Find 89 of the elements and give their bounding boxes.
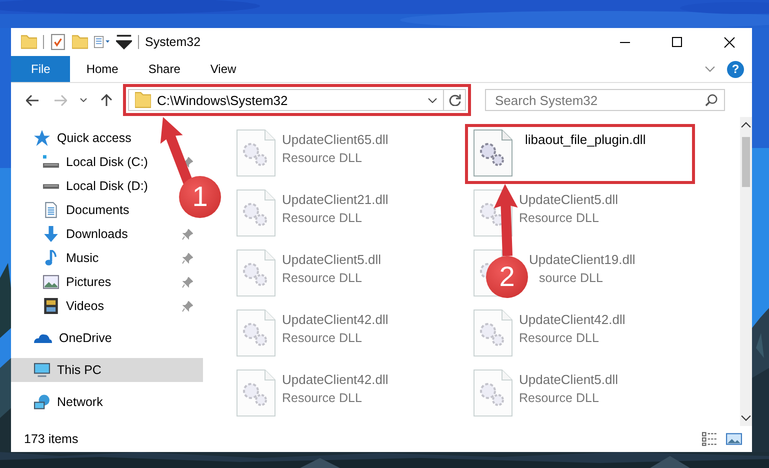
up-arrow-icon <box>100 94 112 106</box>
file-type: Resource DLL <box>282 211 363 225</box>
file-gear-icon <box>473 309 513 357</box>
caret-icon[interactable] <box>428 98 437 102</box>
address-path: C:\Windows\System32 <box>157 92 289 108</box>
file-name[interactable]: UpdateClient5.dll <box>282 252 382 267</box>
refresh-icon <box>448 94 460 106</box>
file-gear-icon <box>236 369 276 417</box>
monitor-icon <box>34 362 50 378</box>
caret-icon[interactable] <box>116 34 132 50</box>
address-field[interactable]: C:\Windows\System32 <box>128 89 466 111</box>
file-gear-icon <box>236 249 276 297</box>
music-note-icon <box>43 250 59 266</box>
file-gear-icon <box>236 309 276 357</box>
sidebar-label: Network <box>57 395 103 409</box>
ribbon-tab[interactable]: File <box>11 56 70 82</box>
file-type: Resource DLL <box>519 211 600 225</box>
sidebar-label: OneDrive <box>59 331 112 345</box>
help-button[interactable]: ? <box>727 60 744 78</box>
search-field[interactable]: Search System32 <box>485 89 725 111</box>
file-type: Resource DLL <box>519 391 600 405</box>
sidebar-label: Downloads <box>66 227 128 241</box>
star-icon <box>34 130 50 146</box>
file-name[interactable]: UpdateClient42.dll <box>282 372 388 387</box>
file-name[interactable]: UpdateClient21.dll <box>282 192 388 207</box>
file-type: Resource DLL <box>282 271 363 285</box>
file-name[interactable]: UpdateClient65.dll <box>282 132 388 147</box>
file-gear-icon <box>236 189 276 237</box>
scroll-down-icon[interactable] <box>741 415 751 421</box>
sidebar-item[interactable]: Videos <box>11 294 203 318</box>
caret-icon <box>80 98 86 102</box>
chevron-icon[interactable] <box>705 66 715 72</box>
large-icons-view-icon[interactable] <box>726 432 742 446</box>
file-type: source DLL <box>539 271 604 285</box>
sidebar-label: Pictures <box>66 275 112 289</box>
file-name[interactable]: UpdateClient5.dll <box>519 372 618 387</box>
properties-icon[interactable] <box>94 34 110 50</box>
scroll-up-icon[interactable] <box>741 122 751 128</box>
close-icon <box>724 36 734 48</box>
scrollbar[interactable] <box>740 117 752 426</box>
file-gear-icon <box>473 369 513 417</box>
file-type: Resource DLL <box>282 331 363 345</box>
file-gear-icon <box>473 129 513 177</box>
file-name[interactable]: UpdateClient42.dll <box>282 312 388 327</box>
file-type: Resource DLL <box>282 391 363 405</box>
download-icon <box>43 226 59 242</box>
window-title: System32 <box>145 35 201 49</box>
file-gear-icon <box>236 129 276 177</box>
ribbon-tab[interactable]: View <box>196 56 250 82</box>
file-name[interactable]: UpdateClient5.dll <box>519 192 618 207</box>
item-count: 173 items <box>24 432 78 446</box>
sidebar-item[interactable]: Downloads <box>11 222 203 246</box>
back-arrow-icon <box>26 94 38 106</box>
ribbon-tab[interactable]: Home <box>72 56 132 82</box>
search-icon <box>705 94 718 107</box>
maximize-icon <box>672 37 682 47</box>
checklist-icon[interactable] <box>50 34 66 50</box>
drive-icon <box>43 154 59 170</box>
sidebar-item[interactable]: Quick access <box>11 126 136 150</box>
file-type: Resource DLL <box>519 331 600 345</box>
sidebar-item[interactable]: Local Disk (D:) <box>11 174 152 198</box>
sidebar-item[interactable]: This PC <box>11 358 203 382</box>
file-type: Resource DLL <box>282 151 363 165</box>
file-name[interactable]: UpdateClient42.dll <box>519 312 626 327</box>
sidebar-label: This PC <box>57 363 102 377</box>
drive-icon <box>43 184 59 188</box>
document-icon <box>43 202 59 218</box>
film-icon <box>43 298 59 314</box>
file-name[interactable]: UpdateClient19.dll <box>529 252 636 267</box>
file-name[interactable]: libaout_file_plugin.dll <box>519 132 646 147</box>
sidebar-label: Quick access <box>57 131 132 145</box>
ribbon-tab[interactable]: Share <box>134 56 194 82</box>
sidebar-item[interactable]: Documents <box>11 198 134 222</box>
sidebar-label: Music <box>66 251 99 265</box>
forward-arrow-icon <box>54 94 66 106</box>
sidebar-label: Videos <box>66 299 104 313</box>
sidebar-item[interactable]: Music <box>11 246 203 270</box>
sidebar-label: Local Disk (D:) <box>66 179 148 193</box>
sidebar-item[interactable]: Pictures <box>11 270 203 294</box>
details-view-icon[interactable] <box>702 432 718 446</box>
network-icon <box>34 394 50 410</box>
scroll-thumb[interactable] <box>742 137 750 187</box>
folder-icon <box>135 92 151 108</box>
cloud-icon <box>34 334 52 342</box>
sidebar-label: Local Disk (C:) <box>66 155 148 169</box>
sidebar-label: Documents <box>66 203 130 217</box>
sidebar-item[interactable]: OneDrive <box>11 326 116 350</box>
picture-icon <box>43 274 59 290</box>
sidebar-item[interactable]: Network <box>11 390 107 414</box>
